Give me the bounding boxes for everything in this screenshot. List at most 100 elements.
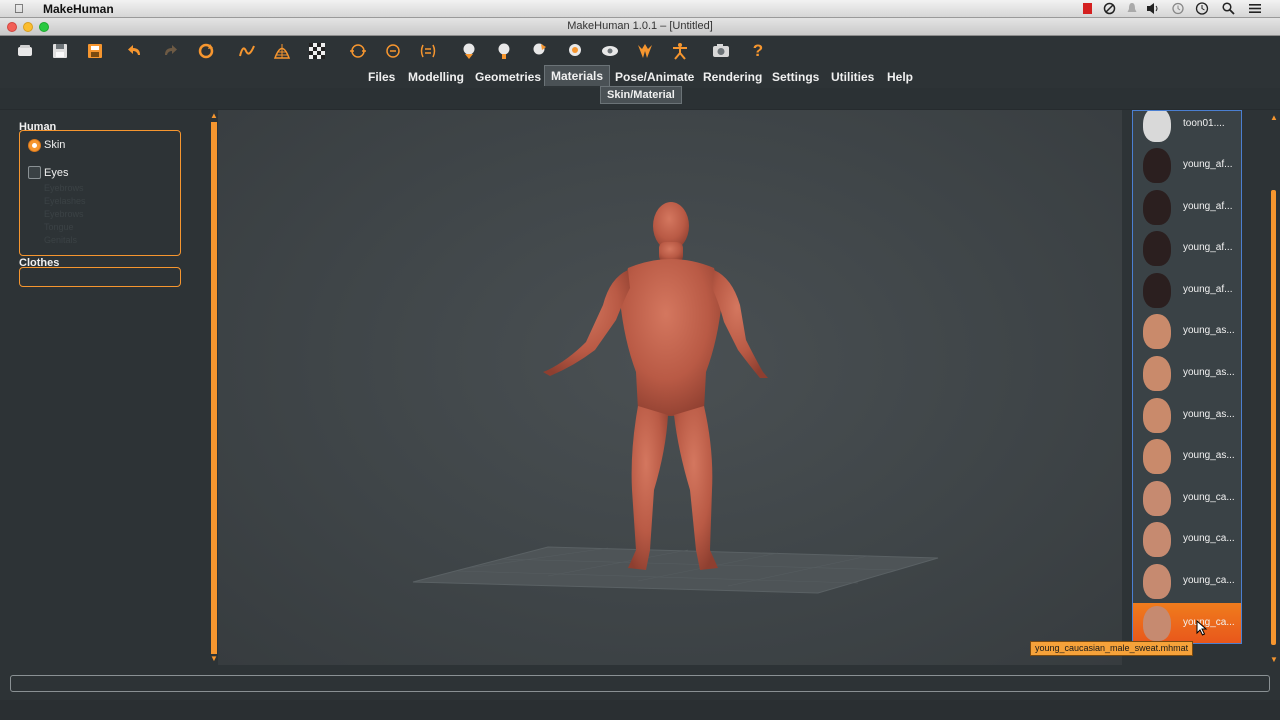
list-item[interactable]: young_as...: [1133, 436, 1241, 477]
eyes-option-label[interactable]: Eyes: [44, 167, 68, 179]
front-view-icon[interactable]: [348, 41, 368, 61]
human-model-render: [412, 202, 939, 594]
main-tabs: Files Modelling Geometries Materials Pos…: [0, 65, 1280, 88]
window-title: MakeHuman 1.0.1 – [Untitled]: [567, 20, 713, 32]
material-list[interactable]: toon01.... young_af... young_af... young…: [1132, 110, 1242, 644]
time-machine-icon[interactable]: [1171, 2, 1185, 18]
face-thumbnail: [1143, 314, 1171, 349]
notification-icon[interactable]: [1126, 2, 1138, 18]
list-item[interactable]: young_ca...: [1133, 519, 1241, 560]
material-label: young_as...: [1183, 325, 1235, 336]
tab-files[interactable]: Files: [368, 66, 395, 87]
human-group-box: Skin Eyes Eyebrows Eyelashes Eyebrows To…: [19, 130, 181, 256]
top-view-icon[interactable]: [494, 41, 514, 61]
faded-option: Eyelashes: [44, 196, 86, 206]
wireframe-icon[interactable]: [272, 41, 292, 61]
faded-option: Eyebrows: [44, 183, 84, 193]
face-thumbnail: [1143, 439, 1171, 474]
list-item[interactable]: young_as...: [1133, 311, 1241, 352]
face-thumbnail: [1143, 148, 1171, 183]
tooltip: young_caucasian_male_sweat.mhmat: [1030, 641, 1194, 656]
left-panel: Human Skin Eyes Eyebrows Eyelashes Eyebr…: [0, 110, 208, 665]
clothes-group-box: [19, 267, 181, 287]
material-label: young_af...: [1183, 284, 1233, 295]
smooth-icon[interactable]: [237, 41, 257, 61]
tab-settings[interactable]: Settings: [772, 66, 819, 87]
bottom-view-icon[interactable]: [529, 41, 549, 61]
spotlight-icon[interactable]: [1222, 2, 1235, 18]
skin-radio[interactable]: [28, 139, 41, 152]
list-item[interactable]: toon01....: [1133, 111, 1241, 145]
3d-viewport[interactable]: [218, 110, 1122, 665]
pose-icon[interactable]: [600, 41, 620, 61]
list-item[interactable]: young_af...: [1133, 270, 1241, 311]
tab-help[interactable]: Help: [887, 66, 913, 87]
list-item[interactable]: young_as...: [1133, 353, 1241, 394]
new-file-icon[interactable]: [15, 41, 35, 61]
material-label: young_ca...: [1183, 617, 1235, 628]
list-item[interactable]: young_as...: [1133, 395, 1241, 436]
stop-icon[interactable]: [1103, 2, 1116, 18]
help-icon[interactable]: ?: [748, 41, 768, 61]
face-thumbnail: [1143, 231, 1171, 266]
face-thumbnail: [1143, 564, 1171, 599]
record-icon[interactable]: [1082, 2, 1093, 18]
face-thumbnail: [1143, 111, 1171, 142]
faded-option: Eyebrows: [44, 209, 84, 219]
skeleton-icon[interactable]: [635, 41, 655, 61]
left-splitter[interactable]: [211, 122, 217, 654]
material-label: young_ca...: [1183, 533, 1235, 544]
material-label: young_as...: [1183, 450, 1235, 461]
faded-option: Tongue: [44, 222, 74, 232]
reset-icon[interactable]: [196, 41, 216, 61]
tab-materials[interactable]: Materials: [544, 65, 611, 86]
right-view-icon[interactable]: [459, 41, 479, 61]
status-bar: [10, 675, 1270, 692]
tab-utilities[interactable]: Utilities: [831, 66, 874, 87]
eyes-checkbox[interactable]: [28, 166, 41, 179]
reset-camera-icon[interactable]: [565, 41, 585, 61]
symmetry-icon[interactable]: [670, 41, 690, 61]
subtab-skin-material[interactable]: Skin/Material: [600, 86, 682, 104]
background-checker-icon[interactable]: [307, 41, 327, 61]
mouse-cursor-icon: [1196, 619, 1208, 641]
list-item[interactable]: young_ca...: [1133, 478, 1241, 519]
skin-option-label[interactable]: Skin: [44, 139, 65, 151]
apple-icon[interactable]: : [14, 1, 24, 16]
left-view-icon[interactable]: [418, 41, 438, 61]
list-item[interactable]: young_af...: [1133, 145, 1241, 186]
back-view-icon[interactable]: [383, 41, 403, 61]
material-label: young_af...: [1183, 159, 1233, 170]
list-item[interactable]: young_af...: [1133, 228, 1241, 269]
tab-modelling[interactable]: Modelling: [408, 66, 464, 87]
menu-list-icon[interactable]: [1248, 2, 1262, 18]
scroll-up-arrow[interactable]: ▲: [1270, 113, 1278, 122]
export-icon[interactable]: [85, 41, 105, 61]
clock-icon[interactable]: [1195, 2, 1209, 18]
save-icon[interactable]: [50, 41, 70, 61]
splitter-up-arrow[interactable]: ▲: [210, 112, 218, 120]
right-scrollbar-thumb[interactable]: [1271, 190, 1276, 645]
material-label: young_as...: [1183, 367, 1235, 378]
screenshot-icon[interactable]: [711, 41, 731, 61]
redo-icon[interactable]: [160, 41, 180, 61]
face-thumbnail: [1143, 398, 1171, 433]
tab-geometries[interactable]: Geometries: [475, 66, 541, 87]
face-thumbnail: [1143, 356, 1171, 391]
material-label: young_as...: [1183, 409, 1235, 420]
face-thumbnail: [1143, 606, 1171, 641]
tab-pose-animate[interactable]: Pose/Animate: [615, 66, 694, 87]
material-label: young_af...: [1183, 242, 1233, 253]
undo-icon[interactable]: [125, 41, 145, 61]
volume-icon[interactable]: [1146, 2, 1160, 18]
list-item[interactable]: young_ca...: [1133, 561, 1241, 602]
list-item-selected[interactable]: young_ca...: [1133, 603, 1241, 643]
material-label: young_ca...: [1183, 492, 1235, 503]
app-menu-name[interactable]: MakeHuman: [43, 2, 114, 16]
list-item[interactable]: young_af...: [1133, 187, 1241, 228]
tab-rendering[interactable]: Rendering: [703, 66, 762, 87]
mac-menu-bar:  MakeHuman: [0, 0, 1280, 18]
material-label: young_ca...: [1183, 575, 1235, 586]
splitter-down-arrow[interactable]: ▼: [210, 655, 218, 663]
scroll-down-arrow[interactable]: ▼: [1270, 655, 1278, 664]
